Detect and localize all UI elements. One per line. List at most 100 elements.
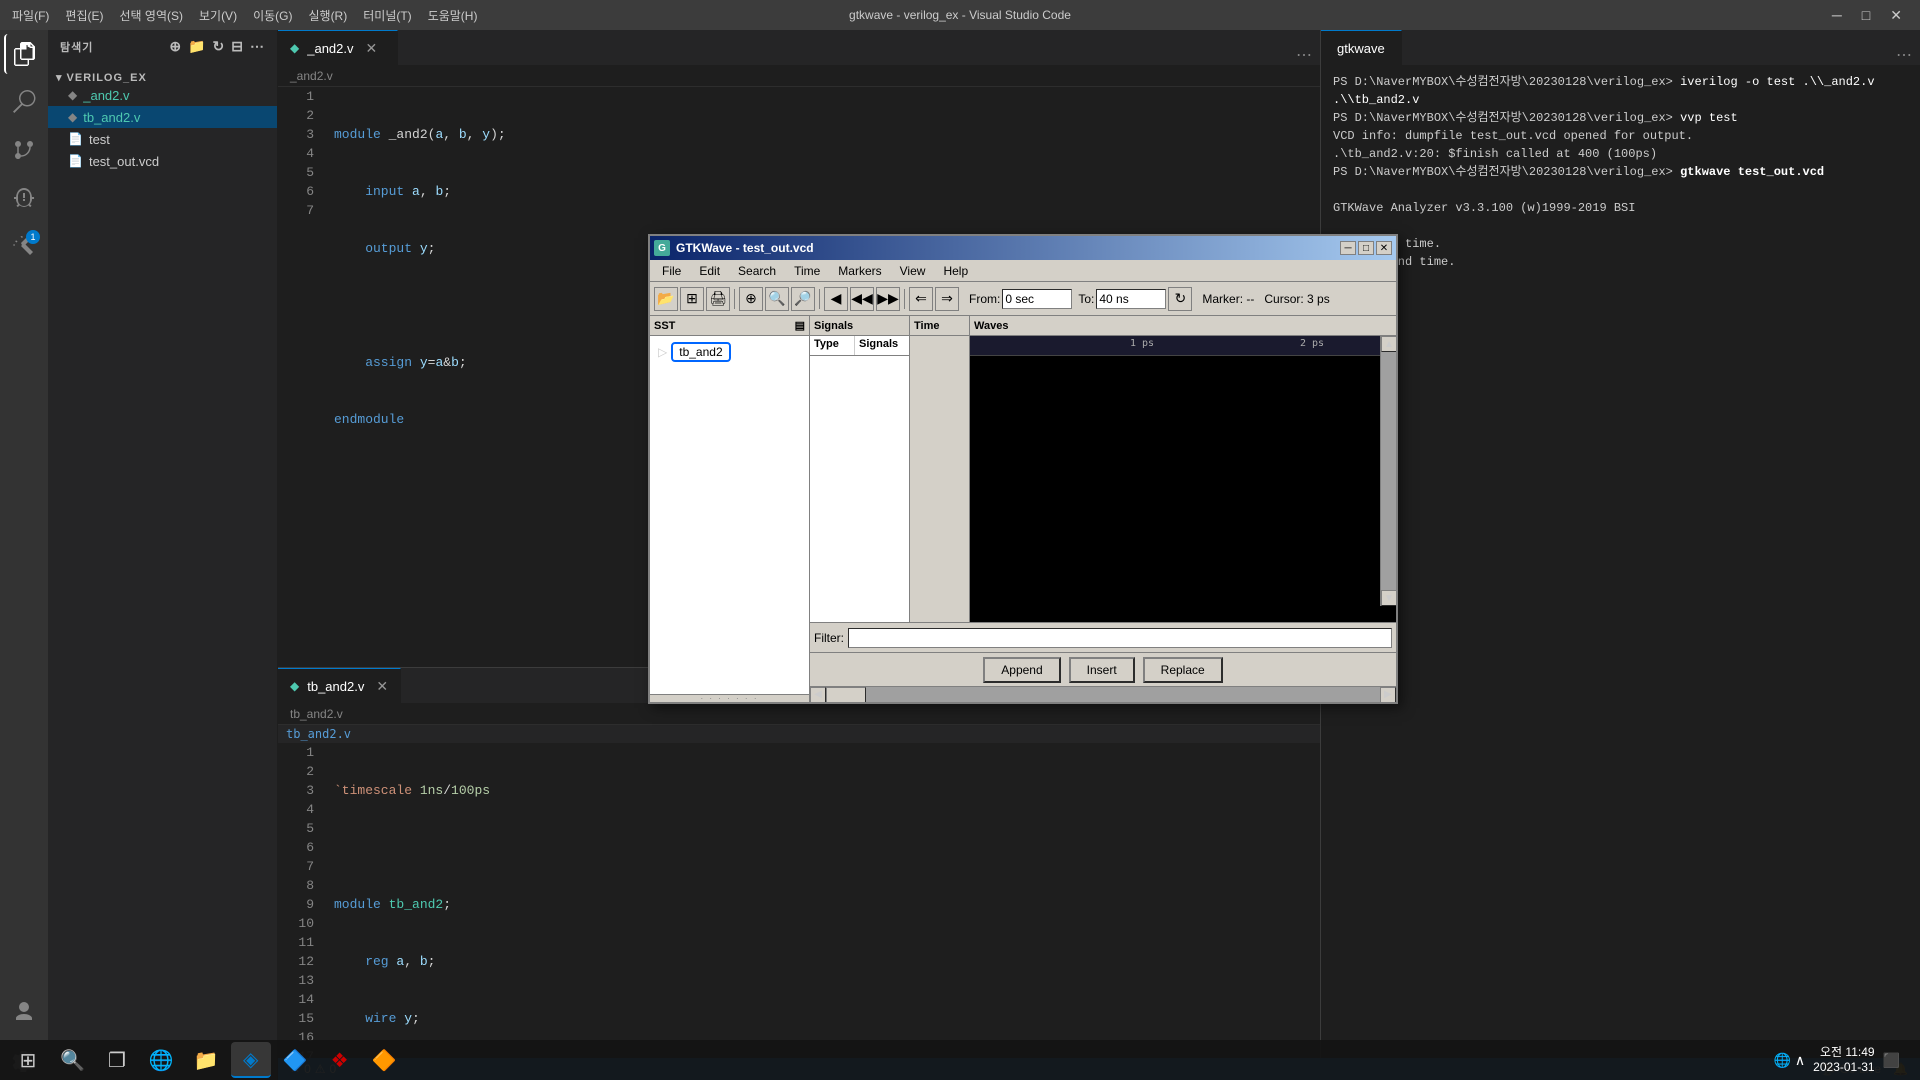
- gtk-title-label: GTKWave - test_out.vcd: [676, 241, 814, 255]
- menu-edit[interactable]: 편집(E): [65, 7, 103, 24]
- tab-close-tb[interactable]: ✕: [376, 678, 388, 695]
- activity-account[interactable]: [4, 992, 44, 1032]
- window-controls[interactable]: ─ □ ✕: [1826, 5, 1908, 26]
- tree-item-tb-and2[interactable]: ◆ tb_and2.v: [48, 106, 277, 128]
- taskbar-notification[interactable]: ⬛: [1883, 1052, 1900, 1069]
- tab-tb-and2[interactable]: ◆ tb_and2.v ✕: [278, 668, 401, 703]
- breadcrumb-and2[interactable]: _and2.v: [290, 69, 333, 83]
- taskbar-explorer-btn[interactable]: 📁: [186, 1042, 227, 1078]
- gtk-close-btn[interactable]: ✕: [1376, 241, 1392, 255]
- gtk-vscroll-track[interactable]: [1381, 352, 1396, 590]
- gtk-prev-edge-btn[interactable]: ◀: [824, 287, 848, 311]
- menu-bar[interactable]: 파일(F) 편집(E) 선택 영역(S) 보기(V) 이동(G) 실행(R) 터…: [12, 7, 477, 24]
- gtk-menu-help[interactable]: Help: [935, 262, 976, 280]
- activity-search[interactable]: [4, 82, 44, 122]
- gtk-to-input[interactable]: [1096, 289, 1166, 309]
- menu-help[interactable]: 도움말(H): [428, 7, 478, 24]
- taskbar-unknown1-btn[interactable]: 🔷: [275, 1042, 316, 1078]
- gtk-menu-markers[interactable]: Markers: [830, 262, 889, 280]
- taskbar-time-text: 오전 11:49: [1813, 1045, 1874, 1060]
- gtk-hscroll-track[interactable]: [826, 687, 1380, 703]
- gtk-insert-btn[interactable]: Insert: [1069, 657, 1135, 683]
- new-file-icon[interactable]: ⊕: [169, 38, 182, 55]
- gtk-prev-marker-btn[interactable]: ⇐: [909, 287, 933, 311]
- activity-source-control[interactable]: [4, 130, 44, 170]
- panel-menu-btn[interactable]: ⋯: [1888, 45, 1920, 65]
- gtk-menu-edit[interactable]: Edit: [691, 262, 728, 280]
- tab-and2[interactable]: ◆ _and2.v ✕: [278, 30, 398, 65]
- windows-start-icon: ⊞: [20, 1048, 37, 1073]
- activity-explorer[interactable]: [4, 34, 44, 74]
- gtk-filter-input[interactable]: [848, 628, 1392, 648]
- menu-select[interactable]: 선택 영역(S): [119, 7, 183, 24]
- more-icon[interactable]: ⋯: [250, 38, 265, 55]
- gtk-minimize-btn[interactable]: ─: [1340, 241, 1356, 255]
- menu-file[interactable]: 파일(F): [12, 7, 49, 24]
- new-folder-icon[interactable]: 📁: [188, 38, 206, 55]
- tree-root-verilog-ex[interactable]: ▾ VERILOG_EX: [48, 71, 277, 84]
- sidebar-header-icons[interactable]: ⊕ 📁 ↻ ⊟ ⋯: [169, 38, 265, 55]
- bottom-code-content[interactable]: `timescale 1ns/100ps module tb_and2; reg…: [326, 743, 1320, 1058]
- gtk-reload-btn[interactable]: ⊞: [680, 287, 704, 311]
- tree-item-test-out[interactable]: 📄 test_out.vcd: [48, 150, 277, 172]
- tree-item-test[interactable]: 📄 test: [48, 128, 277, 150]
- menu-view[interactable]: 보기(V): [199, 7, 237, 24]
- gtk-zoom-in-btn[interactable]: 🔍: [765, 287, 789, 311]
- activity-extensions[interactable]: 1: [4, 226, 44, 266]
- waves-canvas[interactable]: [970, 356, 1396, 622]
- gtk-hscroll-right[interactable]: ▶: [1380, 687, 1396, 703]
- gtk-marker-text: Marker: --: [1202, 292, 1254, 306]
- gtk-sst-item-root[interactable]: ▷ tb_and2: [654, 340, 805, 364]
- menu-run[interactable]: 실행(R): [308, 7, 347, 24]
- gtk-refresh-btn[interactable]: ↻: [1168, 287, 1192, 311]
- gtk-hscroll-thumb[interactable]: [826, 687, 866, 703]
- taskbar-unknown2-btn[interactable]: ❖: [320, 1042, 360, 1078]
- gtk-module-chip[interactable]: tb_and2: [671, 342, 730, 362]
- gtk-sst-resize-handle[interactable]: · · · · · · ·: [650, 694, 809, 702]
- refresh-icon[interactable]: ↻: [213, 38, 226, 55]
- gtk-goto-end-btn[interactable]: ▶▶: [876, 287, 900, 311]
- gtk-next-marker-btn[interactable]: ⇒: [935, 287, 959, 311]
- gtk-vscroll-up[interactable]: ▲: [1381, 336, 1396, 352]
- taskbar-search-btn[interactable]: 🔍: [52, 1042, 93, 1078]
- gtk-maximize-btn[interactable]: □: [1358, 241, 1374, 255]
- gtk-open-btn[interactable]: 📂: [654, 287, 678, 311]
- taskbar-vscode-btn[interactable]: ◈: [231, 1042, 271, 1078]
- breadcrumb-tb[interactable]: tb_and2.v: [290, 707, 343, 721]
- taskbar-clock[interactable]: 오전 11:49 2023-01-31: [1813, 1045, 1874, 1075]
- explorer-icon: 📁: [194, 1048, 219, 1073]
- gtk-zoom-out-btn[interactable]: 🔎: [791, 287, 815, 311]
- gtk-append-btn[interactable]: Append: [983, 657, 1060, 683]
- activity-debug[interactable]: [4, 178, 44, 218]
- taskbar-taskview-btn[interactable]: ❐: [97, 1042, 137, 1078]
- gtk-replace-btn[interactable]: Replace: [1143, 657, 1223, 683]
- tab-close-and2[interactable]: ✕: [366, 40, 378, 57]
- taskbar-unknown3-btn[interactable]: 🔶: [364, 1042, 405, 1078]
- gtk-tree-expand[interactable]: ▷: [658, 345, 667, 359]
- gtk-menu-view[interactable]: View: [892, 262, 934, 280]
- collapse-icon[interactable]: ⊟: [231, 38, 244, 55]
- taskbar-edge-btn[interactable]: 🌐: [141, 1042, 182, 1078]
- gtk-menu-time[interactable]: Time: [786, 262, 828, 280]
- taskbar-start-btn[interactable]: ⊞: [8, 1042, 48, 1078]
- gtk-from-input[interactable]: [1002, 289, 1072, 309]
- taskbar-sys-tray: 🌐 ∧ 오전 11:49 2023-01-31 ⬛: [1774, 1045, 1912, 1075]
- tab-gtkwave[interactable]: gtkwave: [1321, 30, 1402, 65]
- minimize-button[interactable]: ─: [1826, 5, 1848, 26]
- gtk-hscroll-left[interactable]: ◀: [810, 687, 826, 703]
- gtk-vscrollbar[interactable]: ▲ ▼: [1380, 336, 1396, 606]
- close-button[interactable]: ✕: [1884, 5, 1908, 26]
- tree-item-and2[interactable]: ◆ _and2.v: [48, 84, 277, 106]
- maximize-button[interactable]: □: [1856, 5, 1876, 26]
- gtk-menu-search[interactable]: Search: [730, 262, 784, 280]
- tab-menu-button[interactable]: ⋯: [1288, 45, 1320, 65]
- menu-terminal[interactable]: 터미널(T): [363, 7, 411, 24]
- gtk-zoom-fit-btn[interactable]: ⊕: [739, 287, 763, 311]
- gtk-goto-start-btn[interactable]: ◀◀: [850, 287, 874, 311]
- menu-goto[interactable]: 이동(G): [253, 7, 292, 24]
- gtk-win-controls[interactable]: ─ □ ✕: [1340, 241, 1392, 255]
- gtk-vscroll-down[interactable]: ▼: [1381, 590, 1396, 606]
- terminal-content[interactable]: PS D:\NaverMYBOX\수성컴전자방\20230128\verilog…: [1321, 65, 1920, 1058]
- gtk-menu-file[interactable]: File: [654, 262, 689, 280]
- gtk-print-btn[interactable]: 🖨: [706, 287, 730, 311]
